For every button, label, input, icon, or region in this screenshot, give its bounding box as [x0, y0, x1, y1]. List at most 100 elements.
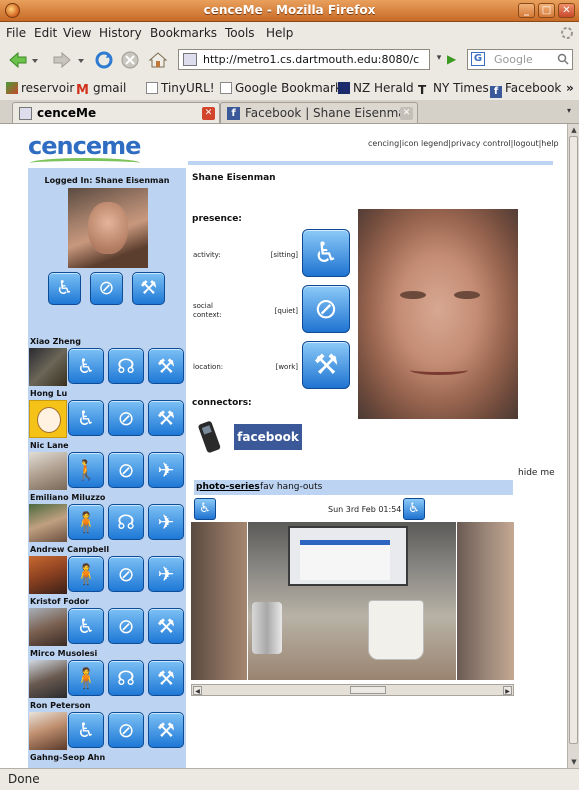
reload-icon[interactable]: [94, 51, 114, 69]
standing-status-icon[interactable]: 🧍: [68, 660, 104, 696]
bookmark-reservoir[interactable]: reservoir: [6, 81, 74, 95]
quiet-status-icon[interactable]: ⊘: [108, 452, 144, 488]
friend-name[interactable]: Nic Lane: [30, 441, 69, 450]
standing-status-icon[interactable]: 🧍: [68, 556, 104, 592]
scroll-down-icon[interactable]: ▼: [569, 757, 579, 767]
search-icon[interactable]: [557, 53, 569, 65]
go-arrow-icon[interactable]: ▶: [447, 52, 461, 66]
tab-photo-series[interactable]: photo-series: [196, 482, 260, 492]
walking-status-icon[interactable]: 🚶: [68, 452, 104, 488]
quiet-context-icon[interactable]: ⊘: [302, 285, 350, 333]
bookmark-nzherald[interactable]: NZ Herald: [338, 81, 414, 95]
tab-fav-hangouts[interactable]: fav hang-outs: [260, 482, 322, 492]
close-tab-icon[interactable]: ✕: [202, 107, 215, 120]
maximize-button[interactable]: □: [538, 3, 555, 18]
photo-main[interactable]: [248, 522, 456, 680]
tab-list-icon[interactable]: ▾: [567, 106, 571, 115]
friend-name[interactable]: Gahng-Seop Ahn: [30, 753, 105, 762]
photo-thumbnail[interactable]: [191, 522, 247, 680]
sitting-activity-icon[interactable]: ♿: [302, 229, 350, 277]
stop-icon[interactable]: [120, 51, 140, 69]
sitting-next-icon[interactable]: ♿: [403, 498, 425, 520]
sitting-status-icon[interactable]: ♿: [48, 272, 81, 305]
minimize-button[interactable]: _: [518, 3, 535, 18]
photo-thumbnail[interactable]: [457, 522, 514, 680]
friend-avatar[interactable]: [29, 712, 67, 750]
mobile-phone-icon[interactable]: [196, 416, 222, 456]
work-status-icon[interactable]: ⚒: [148, 712, 184, 748]
photo-series-strip[interactable]: [191, 522, 514, 680]
bookmark-facebook[interactable]: f Facebook: [490, 81, 561, 98]
airplane-status-icon[interactable]: ✈: [148, 556, 184, 592]
search-input[interactable]: G Google: [467, 49, 573, 70]
tab-cenceme[interactable]: cenceMe ✕: [12, 102, 220, 123]
menu-help[interactable]: Help: [266, 26, 293, 40]
menu-view[interactable]: View: [63, 26, 91, 40]
friend-avatar[interactable]: [29, 660, 67, 698]
friend-avatar[interactable]: [29, 504, 67, 542]
bookmark-gmail[interactable]: Mgmail: [76, 81, 126, 97]
close-window-button[interactable]: ✕: [558, 3, 575, 18]
friend-name[interactable]: Andrew Campbell: [30, 545, 109, 554]
quiet-status-icon[interactable]: ⊘: [108, 712, 144, 748]
sitting-status-icon[interactable]: ♿: [68, 712, 104, 748]
facebook-connector-button[interactable]: facebook: [234, 424, 302, 450]
friend-name[interactable]: Emiliano Miluzzo: [30, 493, 105, 502]
friend-avatar-cartoon[interactable]: [29, 400, 67, 438]
menu-edit[interactable]: Edit: [34, 26, 57, 40]
friend-name[interactable]: Mirco Musolesi: [30, 649, 97, 658]
walking-status-icon[interactable]: ⚒: [148, 348, 184, 384]
quiet-status-icon[interactable]: ⊘: [90, 272, 123, 305]
friend-name[interactable]: Xiao Zheng: [30, 337, 81, 346]
photo-scrollbar[interactable]: ◀ ▶: [191, 684, 514, 696]
quiet-status-icon[interactable]: ⊘: [108, 556, 144, 592]
sitting-status-icon[interactable]: ♿: [68, 400, 104, 436]
standing-status-icon[interactable]: 🧍: [68, 504, 104, 540]
forward-arrow-icon[interactable]: [52, 51, 72, 69]
quiet-status-icon[interactable]: ⊘: [108, 400, 144, 436]
scroll-right-icon[interactable]: ▶: [503, 686, 512, 695]
sitting-status-icon[interactable]: ♿: [68, 608, 104, 644]
quiet-status-icon[interactable]: ⊘: [108, 608, 144, 644]
talking-status-icon[interactable]: ☊: [108, 348, 144, 384]
friend-avatar[interactable]: [29, 608, 67, 646]
back-dropdown-icon[interactable]: [30, 51, 40, 69]
home-icon[interactable]: [148, 51, 168, 69]
scroll-up-icon[interactable]: ▲: [569, 125, 579, 135]
url-dropdown-icon[interactable]: ▾: [432, 53, 446, 67]
menu-file[interactable]: File: [6, 26, 26, 40]
profile-photo[interactable]: [358, 209, 518, 419]
back-arrow-icon[interactable]: [8, 51, 28, 69]
friend-name[interactable]: Kristof Fodor: [30, 597, 89, 606]
menu-tools[interactable]: Tools: [225, 26, 255, 40]
airplane-status-icon[interactable]: ✈: [148, 452, 184, 488]
page-scrollbar[interactable]: ▲ ▼: [567, 124, 579, 768]
work-status-icon[interactable]: ⚒: [148, 660, 184, 696]
forward-dropdown-icon[interactable]: [76, 51, 86, 69]
tab-facebook[interactable]: f Facebook | Shane Eisenman ✕: [220, 102, 418, 123]
scroll-left-icon[interactable]: ◀: [193, 686, 202, 695]
talking-status-icon[interactable]: ☊: [108, 660, 144, 696]
user-avatar[interactable]: [68, 188, 148, 268]
cenceme-logo[interactable]: cenceme: [28, 132, 141, 161]
work-status-icon[interactable]: ⚒: [148, 400, 184, 436]
bookmarks-overflow-button[interactable]: »: [566, 81, 574, 95]
search-engine-icon[interactable]: G: [471, 52, 485, 66]
bookmark-nytimes[interactable]: T NY Times: [418, 81, 489, 96]
top-links[interactable]: cencing|icon legend|privacy control|logo…: [368, 139, 559, 148]
work-location-icon[interactable]: ⚒: [302, 341, 350, 389]
scroll-thumb[interactable]: [569, 136, 578, 744]
work-status-icon[interactable]: ⚒: [132, 272, 165, 305]
menu-bookmarks[interactable]: Bookmarks: [150, 26, 217, 40]
hide-me-link[interactable]: hide me: [518, 468, 555, 478]
friend-avatar[interactable]: [29, 348, 67, 386]
close-tab-icon[interactable]: ✕: [400, 107, 413, 120]
friend-avatar[interactable]: [29, 556, 67, 594]
friend-avatar[interactable]: [29, 452, 67, 490]
friend-name[interactable]: Hong Lu: [30, 389, 67, 398]
bookmark-tinyurl[interactable]: TinyURL!: [146, 81, 215, 95]
scroll-thumb[interactable]: [350, 686, 386, 694]
menu-history[interactable]: History: [99, 26, 142, 40]
work-status-icon[interactable]: ⚒: [148, 608, 184, 644]
bookmark-google[interactable]: Google Bookmark: [220, 81, 342, 95]
